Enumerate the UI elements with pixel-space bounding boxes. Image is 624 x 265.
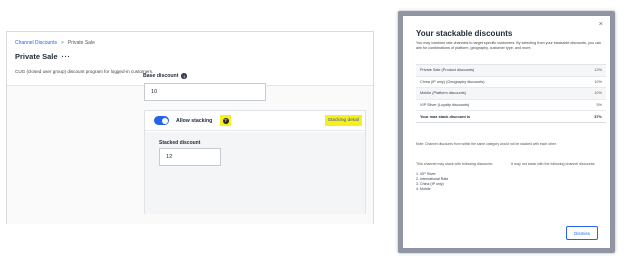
discount-value: 10% [594, 79, 602, 84]
discount-table: Private Sale (Product discounts) 12% Chi… [416, 64, 606, 123]
table-row: Mobile (Platform discounts) 10% [416, 88, 606, 100]
discount-name: Private Sale (Product discounts) [420, 68, 475, 73]
table-row: China (IP only) (Geography discounts) 10… [416, 77, 606, 88]
base-discount-label-row: Base discount i [143, 73, 187, 79]
stacking-detail-link[interactable]: Stacking detail [324, 115, 362, 126]
base-discount-label: Base discount [143, 73, 179, 79]
discount-name: Mobile (Platform discounts) [420, 91, 467, 96]
breadcrumb: Channel Discounts > Private Sale [15, 40, 95, 46]
total-value: 37% [594, 113, 602, 119]
stacking-header: Allow stacking ? Stacking detail [145, 111, 365, 131]
total-row: Your max stack discount is 37% [416, 111, 606, 123]
stacking-panel: Allow stacking ? Stacking detail Stacked… [144, 110, 366, 214]
stacking-body: Stacked discount [145, 132, 365, 214]
stack-with-heading: This channel may stack with following di… [416, 162, 494, 166]
stack-with-list: 1. VIP Silver 2. International Rate 3. C… [416, 172, 508, 192]
table-row: VIP Silver (Loyalty discounts) 5% [416, 100, 606, 111]
stacking-help-button[interactable]: ? [220, 115, 231, 126]
page-title-row: Private Sale ··· [15, 52, 71, 61]
stackable-discounts-modal: × Your stackable discounts You may combi… [398, 11, 615, 253]
not-stack-heading: It may not stack with the following chan… [511, 162, 596, 166]
allow-stacking-label: Allow stacking [176, 117, 213, 124]
list-item: 4. Mobile [416, 186, 431, 191]
discount-value: 10% [594, 91, 602, 96]
breadcrumb-current: Private Sale [67, 40, 95, 46]
dismiss-button[interactable]: Dismiss [566, 226, 598, 240]
more-options-icon[interactable]: ··· [62, 52, 71, 61]
discount-value: 12% [594, 68, 602, 73]
stacked-discount-input[interactable] [159, 148, 221, 166]
breadcrumb-separator: > [60, 40, 64, 46]
not-stack-section: It may not stack with the following chan… [511, 162, 606, 167]
table-row: Private Sale (Product discounts) 12% [416, 65, 606, 77]
question-icon: ? [222, 117, 229, 124]
breadcrumb-link-channel-discounts[interactable]: Channel Discounts [15, 40, 57, 46]
stacked-discount-label: Stacked discount [159, 140, 201, 146]
modal-description: You may combine rate channels to target … [416, 41, 601, 51]
discount-name: VIP Silver (Loyalty discounts) [420, 102, 470, 107]
stack-with-section: This channel may stack with following di… [416, 162, 508, 192]
allow-stacking-toggle[interactable] [154, 116, 169, 125]
total-label: Your max stack discount is [420, 113, 471, 119]
close-icon[interactable]: × [599, 19, 603, 28]
discount-value: 5% [596, 102, 603, 107]
page-title: Private Sale [15, 52, 58, 61]
info-icon[interactable]: i [181, 73, 187, 79]
table-note: Note: Channel discounts from within the … [416, 142, 557, 146]
modal-title: Your stackable discounts [416, 29, 513, 38]
base-discount-input[interactable] [144, 83, 266, 101]
discount-name: China (IP only) (Geography discounts) [420, 79, 485, 84]
page-description: CUG (closed user group) discount program… [15, 69, 154, 74]
